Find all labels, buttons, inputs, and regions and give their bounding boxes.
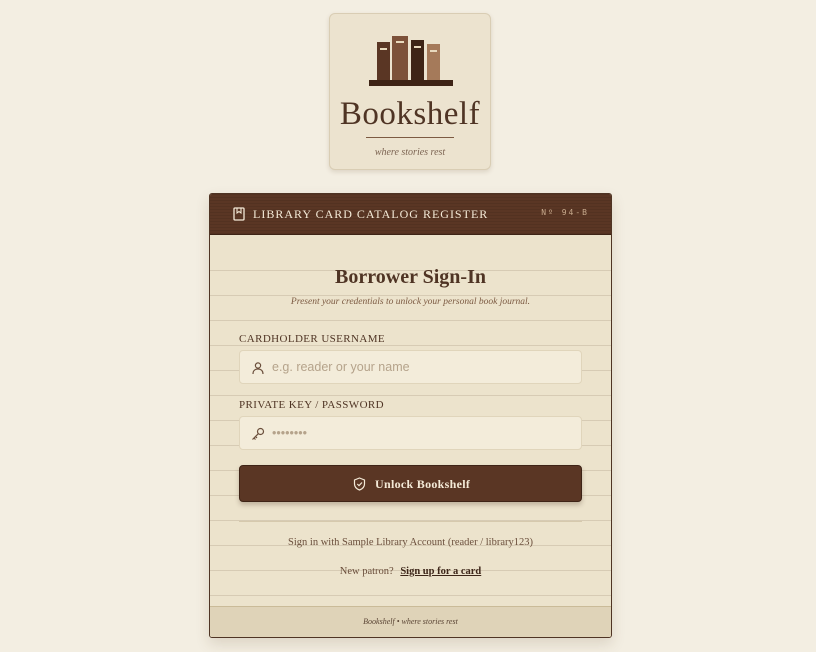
- username-label: CARDHOLDER USERNAME: [239, 333, 386, 345]
- card-footer: Bookshelf • where stories rest: [210, 606, 611, 637]
- signup-link[interactable]: Sign up for a card: [400, 566, 481, 577]
- card-header: LIBRARY CARD CATALOG REGISTER Nº 94-B: [210, 194, 611, 235]
- divider: [239, 521, 582, 522]
- books-icon: [369, 36, 453, 86]
- password-field[interactable]: [239, 416, 582, 450]
- shield-check-icon: [353, 477, 366, 491]
- username-field[interactable]: [239, 350, 582, 384]
- brand-tagline: where stories rest: [374, 147, 446, 158]
- new-patron-row: New patron? Sign up for a card: [210, 566, 611, 577]
- user-icon: [252, 362, 264, 375]
- key-icon: [252, 427, 265, 440]
- register-code: Nº 94-B: [541, 208, 589, 217]
- register-title: LIBRARY CARD CATALOG REGISTER: [253, 207, 489, 221]
- bookmark-icon: [233, 207, 245, 221]
- unlock-button-label: Unlock Bookshelf: [375, 477, 471, 491]
- username-input[interactable]: [272, 351, 572, 383]
- signin-subtitle: Present your credentials to unlock your …: [290, 297, 531, 307]
- brand-divider: [366, 137, 454, 138]
- signin-card: LIBRARY CARD CATALOG REGISTER Nº 94-B Bo…: [209, 193, 612, 638]
- new-patron-prompt: New patron?: [339, 566, 394, 577]
- unlock-bookshelf-button[interactable]: Unlock Bookshelf: [239, 465, 582, 502]
- password-input[interactable]: [272, 417, 572, 449]
- brand-logo-card: Bookshelf where stories rest: [329, 13, 491, 170]
- signin-title: Borrower Sign-In: [335, 266, 486, 288]
- brand-name: Bookshelf: [339, 96, 481, 132]
- footer-text: Bookshelf • where stories rest: [363, 617, 458, 626]
- sample-account-link[interactable]: Sign in with Sample Library Account (rea…: [210, 537, 611, 548]
- password-label: PRIVATE KEY / PASSWORD: [239, 399, 385, 411]
